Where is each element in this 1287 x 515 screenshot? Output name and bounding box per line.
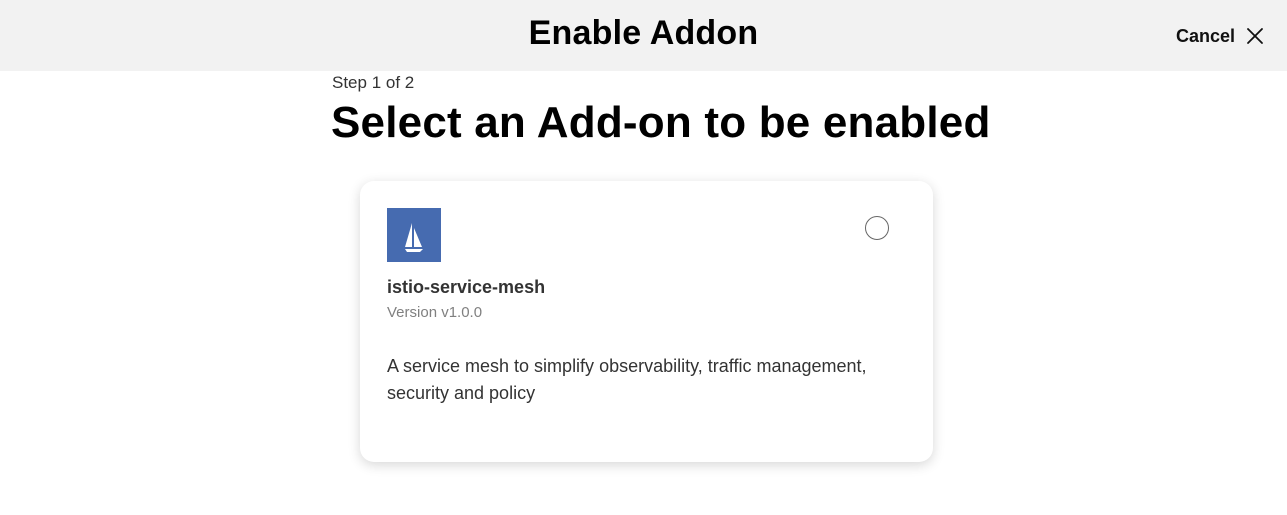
modal-title: Enable Addon: [528, 14, 759, 52]
addon-card-istio-service-mesh[interactable]: istio-service-mesh Version v1.0.0 A serv…: [360, 181, 933, 462]
addon-name: istio-service-mesh: [387, 277, 546, 297]
addon-select-radio[interactable]: [865, 216, 889, 240]
cancel-button[interactable]: Cancel: [1176, 21, 1265, 51]
modal-header: Enable Addon Cancel: [0, 0, 1287, 71]
addon-logo: [387, 208, 441, 262]
page-title: Select an Add-on to be enabled: [331, 98, 991, 147]
sailboat-icon: [387, 208, 441, 262]
close-icon[interactable]: [1245, 26, 1265, 46]
addon-description: A service mesh to simplify observability…: [387, 356, 867, 403]
cancel-button-label: Cancel: [1175, 25, 1235, 46]
step-indicator: Step 1 of 2: [332, 73, 415, 92]
addon-version: Version v1.0.0: [387, 304, 483, 321]
